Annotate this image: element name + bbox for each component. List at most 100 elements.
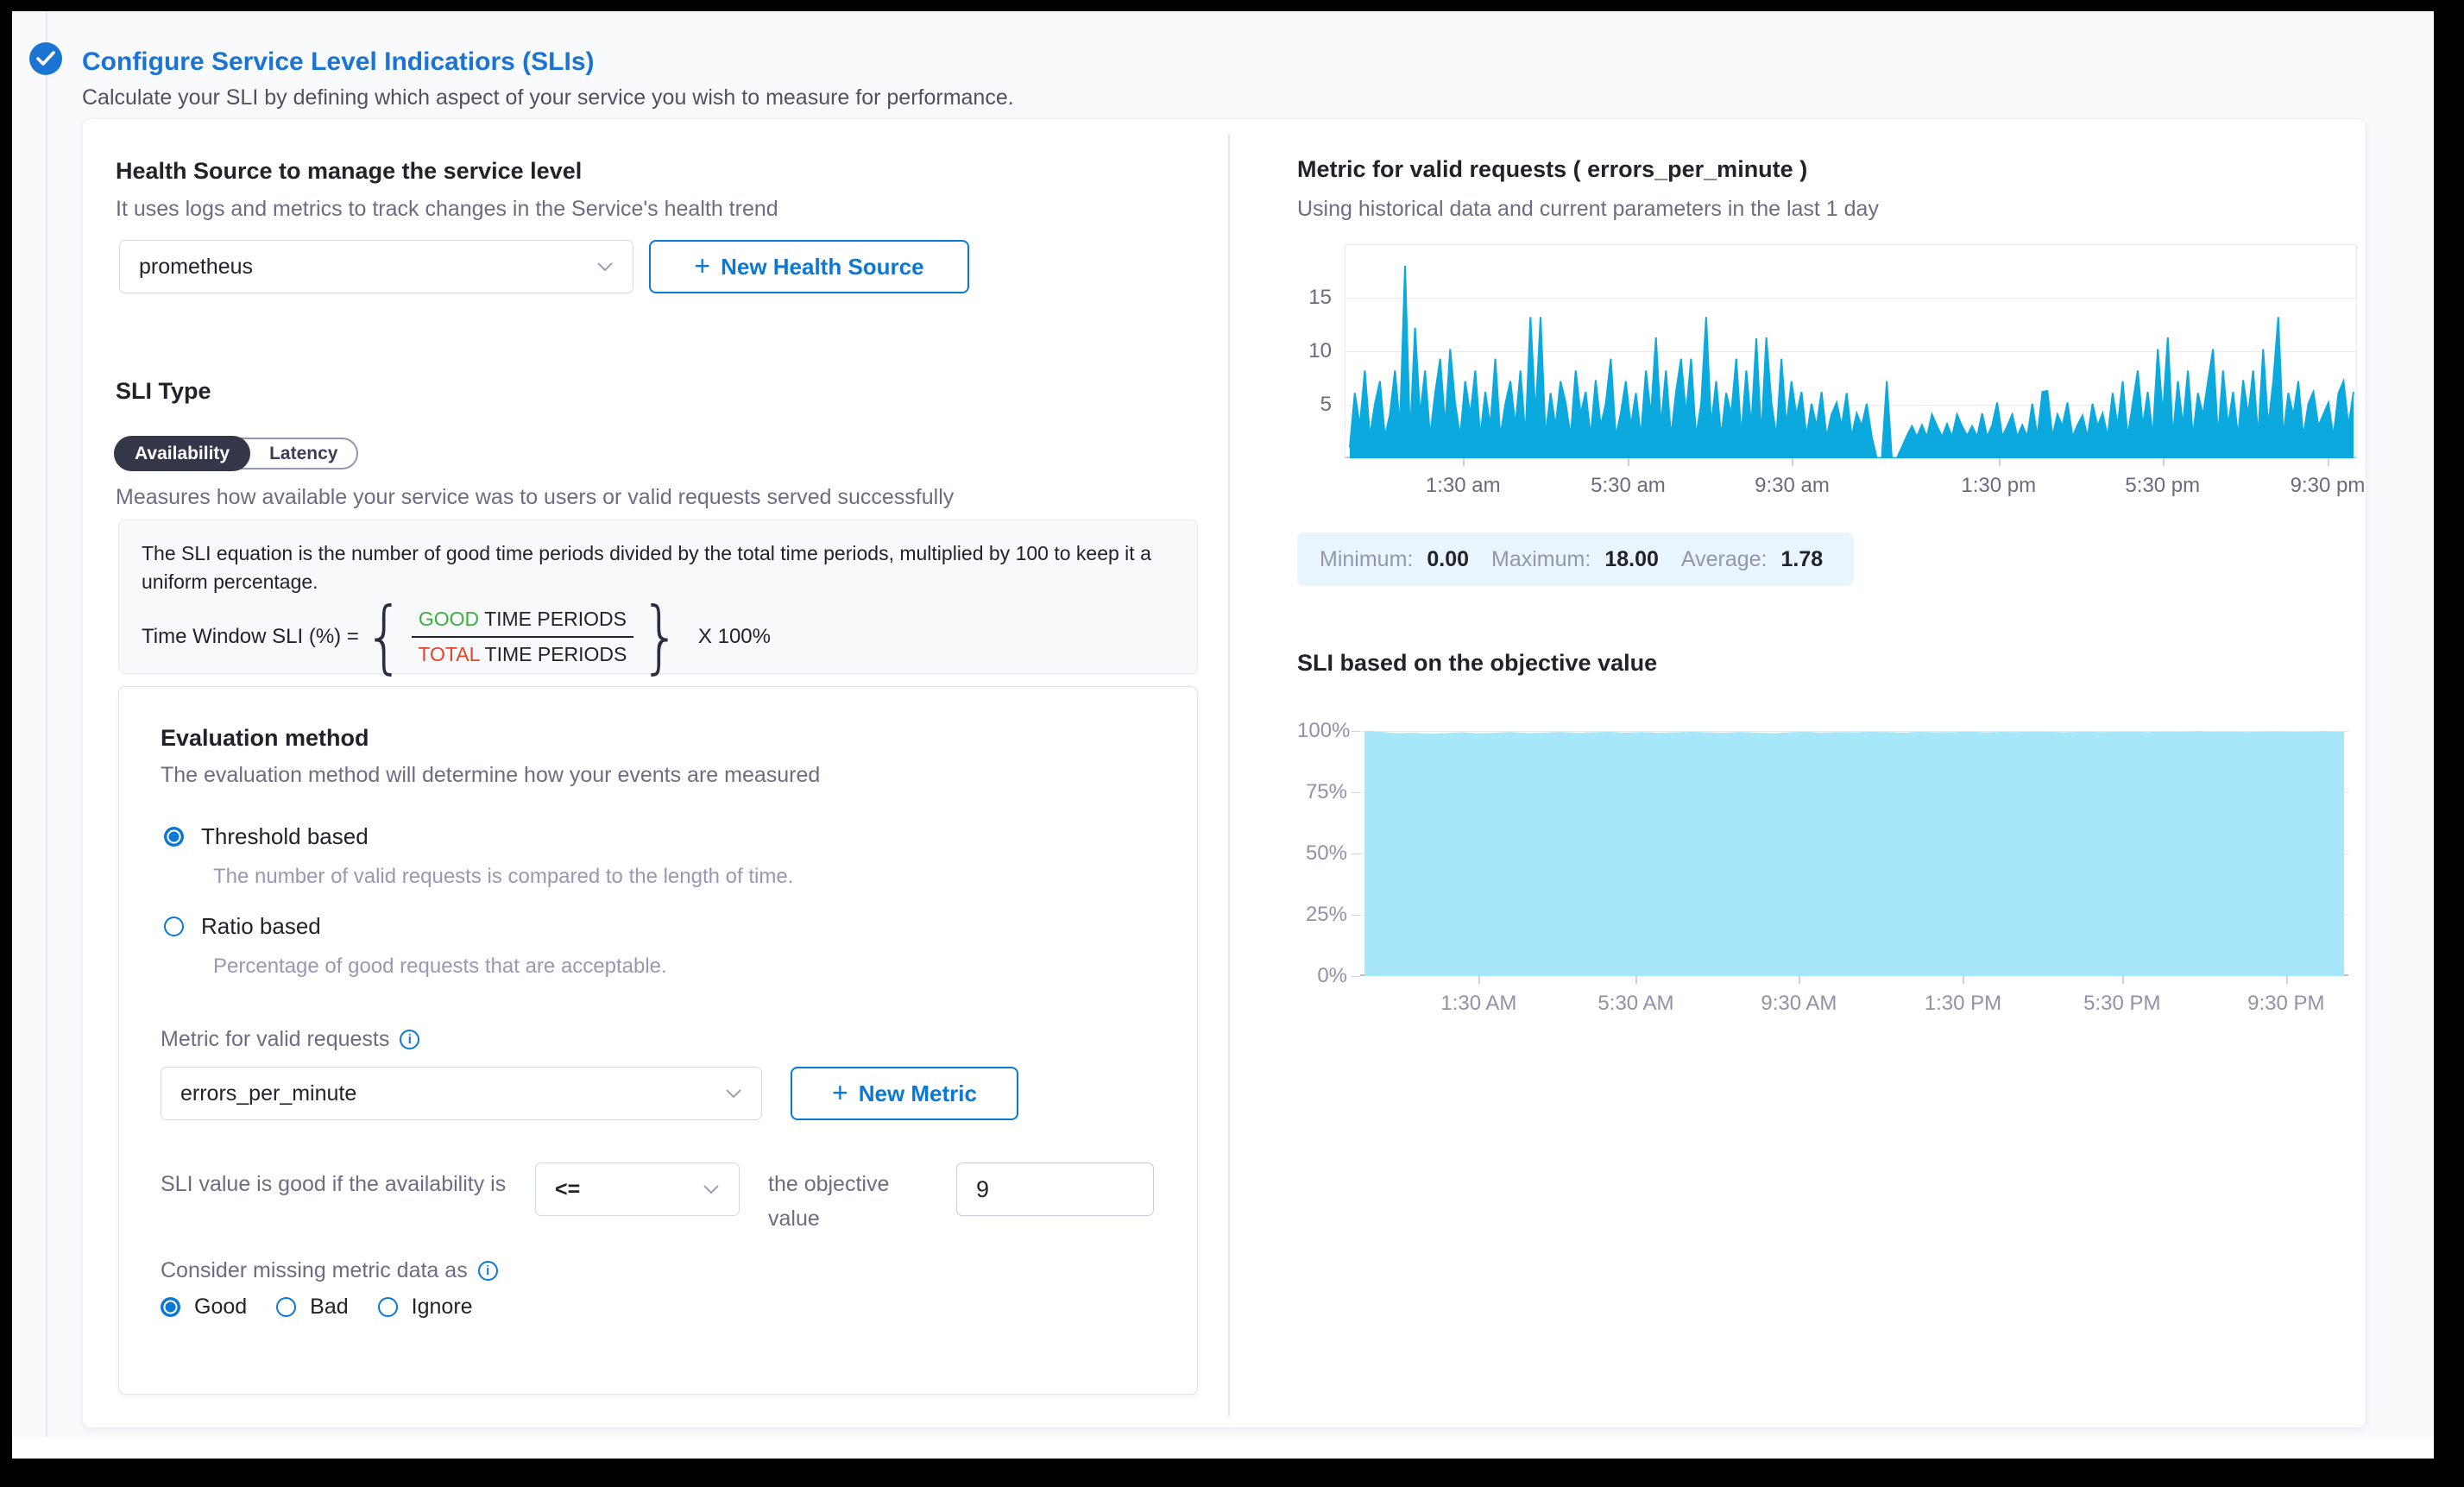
condition-prefix-label: SLI value is good if the availability is — [161, 1167, 540, 1201]
x-axis-tick-label: 5:30 am — [1559, 474, 1697, 498]
y-axis-tick-label: 15 — [1297, 286, 1332, 310]
x-axis-tick-label: 5:30 PM — [2053, 992, 2191, 1016]
chevron-down-icon — [725, 1088, 742, 1099]
equation-denominator: TOTAL TIME PERIODS — [411, 638, 633, 668]
sli-type-option-availability[interactable]: Availability — [114, 436, 250, 471]
metric-chart: 5 10 15 1:30 am 5:30 am 9:30 am 1:30 pm 5:30 p… — [1297, 244, 2357, 512]
ratio-description: Percentage of good requests that are acc… — [213, 955, 667, 979]
health-source-selected-value: prometheus — [139, 255, 253, 280]
bad-radio[interactable] — [276, 1297, 296, 1317]
maximum-label: Maximum: — [1491, 547, 1591, 572]
y-axis-tick-label: 75% — [1297, 780, 1347, 804]
x-axis-tick-label: 9:30 AM — [1730, 992, 1868, 1016]
metric-valid-requests-label: Metric for valid requests — [161, 1027, 389, 1052]
x-axis-tick-label: 1:30 pm — [1930, 474, 2068, 498]
missing-option-good[interactable]: Good — [161, 1295, 247, 1320]
metric-chart-subtitle: Using historical data and current parame… — [1297, 197, 1879, 222]
preview-panel: Metric for valid requests ( errors_per_m… — [1228, 135, 2366, 1416]
x-axis-tick-label: 5:30 AM — [1566, 992, 1705, 1016]
threshold-radio[interactable] — [164, 827, 184, 847]
missing-option-bad[interactable]: Bad — [276, 1295, 348, 1320]
metric-stats-chip: Minimum: 0.00 Maximum: 18.00 Average: 1.… — [1297, 532, 1854, 586]
sli-type-heading: SLI Type — [116, 378, 211, 405]
ratio-based-option[interactable]: Ratio based — [164, 913, 321, 940]
sli-equation-formula: Time Window SLI (%) = { GOOD TIME PERIOD… — [142, 603, 771, 671]
metric-chart-x-axis: 1:30 am5:30 am9:30 am1:30 pm5:30 pm9:30 … — [1345, 474, 2357, 501]
metric-selected-value: errors_per_minute — [180, 1081, 356, 1106]
y-axis-tick-label: 5 — [1297, 393, 1332, 417]
threshold-based-option[interactable]: Threshold based — [164, 823, 369, 850]
sli-equation-box: The SLI equation is the number of good t… — [118, 520, 1198, 674]
evaluation-card: Evaluation method The evaluation method … — [118, 686, 1198, 1395]
average-label: Average: — [1681, 547, 1768, 572]
right-brace: } — [640, 603, 681, 671]
minimum-label: Minimum: — [1320, 547, 1413, 572]
info-icon[interactable]: i — [400, 1030, 419, 1049]
x-axis-tick-label: 9:30 pm — [2259, 474, 2397, 498]
x-axis-tick-label: 5:30 pm — [2094, 474, 2232, 498]
metric-chart-title: Metric for valid requests ( errors_per_m… — [1297, 156, 1807, 183]
sli-type-option-latency[interactable]: Latency — [250, 438, 356, 469]
chevron-down-icon — [596, 261, 614, 272]
objective-value-input[interactable] — [956, 1163, 1154, 1216]
left-brace: { — [364, 603, 405, 671]
x-axis-tick-label: 9:30 am — [1723, 474, 1861, 498]
sli-config-card: Health Source to manage the service leve… — [82, 118, 2366, 1428]
y-axis-tick-label: 100% — [1297, 719, 1347, 743]
health-source-heading: Health Source to manage the service leve… — [116, 158, 582, 185]
sli-chart: 0%25%50%75%100% 1:30 AM5:30 AM9:30 AM1:3… — [1297, 731, 2348, 1016]
health-source-description: It uses logs and metrics to track change… — [116, 197, 778, 222]
x-axis-tick-label: 9:30 PM — [2217, 992, 2355, 1016]
evaluation-description: The evaluation method will determine how… — [161, 763, 820, 788]
evaluation-heading: Evaluation method — [161, 725, 369, 752]
ratio-radio[interactable] — [164, 917, 184, 936]
sli-equation-text: The SLI equation is the number of good t… — [142, 539, 1173, 596]
missing-data-label: Consider missing metric data as — [161, 1258, 468, 1283]
page-subtitle: Calculate your SLI by defining which asp… — [82, 85, 1014, 110]
metric-series — [1345, 244, 2358, 458]
app-window: Configure Service Level Indicatiors (SLI… — [12, 11, 2434, 1459]
y-axis-tick-label: 10 — [1297, 339, 1332, 363]
sli-chart-y-axis: 0%25%50%75%100% — [1297, 731, 1347, 1016]
x-axis-tick-label: 1:30 am — [1394, 474, 1532, 498]
metric-valid-requests-label-row: Metric for valid requests i — [161, 1027, 419, 1052]
y-axis-tick-label: 25% — [1297, 903, 1347, 927]
operator-select[interactable]: <= — [535, 1163, 740, 1216]
maximum-value: 18.00 — [1604, 547, 1659, 572]
health-source-select[interactable]: prometheus — [119, 240, 633, 293]
operator-selected-value: <= — [555, 1177, 580, 1202]
equation-lhs: Time Window SLI (%) = — [142, 625, 359, 649]
x-axis-tick-label: 1:30 PM — [1894, 992, 2032, 1016]
new-metric-button[interactable]: + New Metric — [791, 1067, 1018, 1120]
y-axis-tick-label: 0% — [1297, 964, 1347, 988]
sli-chart-plot — [1360, 731, 2348, 976]
missing-data-label-row: Consider missing metric data as i — [161, 1258, 498, 1283]
sli-chart-title: SLI based on the objective value — [1297, 650, 1657, 677]
sli-series — [1360, 731, 2348, 976]
threshold-description: The number of valid requests is compared… — [213, 865, 793, 889]
metric-select[interactable]: errors_per_minute — [161, 1067, 762, 1120]
plus-icon: + — [832, 1079, 848, 1106]
equation-numerator: GOOD TIME PERIODS — [412, 606, 633, 638]
check-icon — [36, 51, 55, 66]
sli-type-toggle: Availability Latency — [114, 438, 358, 469]
good-radio[interactable] — [161, 1297, 180, 1317]
minimum-value: 0.00 — [1427, 547, 1469, 572]
y-axis-tick-label: 50% — [1297, 841, 1347, 866]
sli-type-description: Measures how available your service was … — [116, 485, 954, 510]
page-title: Configure Service Level Indicatiors (SLI… — [82, 47, 595, 77]
x-axis-tick-label: 1:30 AM — [1409, 992, 1547, 1016]
info-icon[interactable]: i — [478, 1261, 498, 1281]
new-health-source-button[interactable]: + New Health Source — [649, 240, 969, 293]
equation-rhs: X 100% — [698, 625, 771, 649]
average-value: 1.78 — [1780, 547, 1823, 572]
stepper-line — [46, 11, 47, 1437]
chevron-down-icon — [703, 1184, 720, 1194]
step-complete-icon — [29, 42, 62, 75]
missing-option-ignore[interactable]: Ignore — [378, 1295, 473, 1320]
condition-suffix-label: the objective value — [768, 1167, 941, 1236]
sli-chart-x-axis: 1:30 AM5:30 AM9:30 AM1:30 PM5:30 PM9:30 … — [1360, 992, 2348, 1019]
metric-chart-y-axis: 5 10 15 — [1297, 244, 1332, 512]
missing-data-options: Good Bad Ignore — [161, 1295, 473, 1320]
ignore-radio[interactable] — [378, 1297, 398, 1317]
